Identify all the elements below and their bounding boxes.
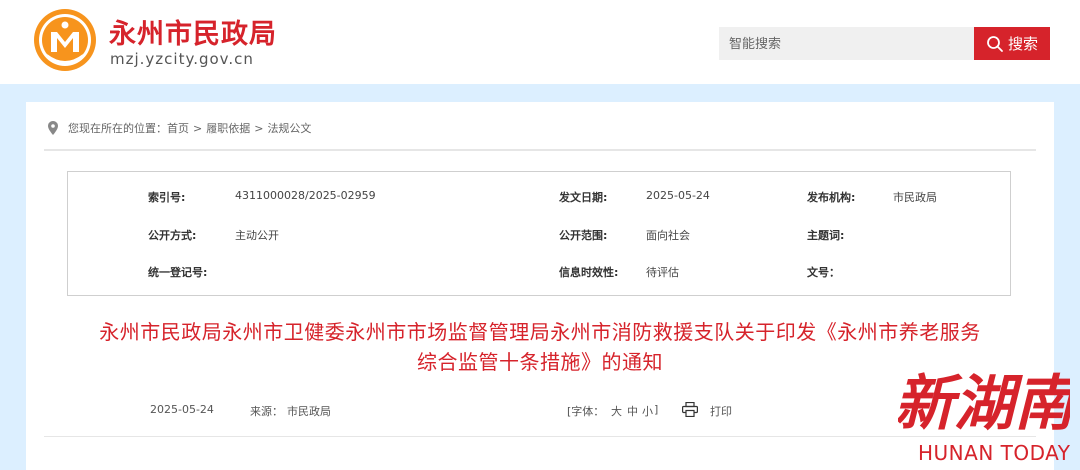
breadcrumb-prefix: 您现在所在的位置： [68,122,167,135]
breadcrumb-item-home[interactable]: 首页 [167,120,189,136]
disclosure-label: 公开方式: [148,229,197,242]
breadcrumb-item-duties[interactable]: 履职依据 [206,120,250,136]
topic-label: 主题词: [807,229,845,242]
index-no-label: 索引号: [148,191,186,204]
print-link[interactable]: 打印 [710,403,732,419]
site-domain: mzj.yzcity.gov.cn [110,50,254,68]
index-no-value: 4311000028/2025-02959 [235,189,376,202]
validity-value: 待评估 [646,266,679,279]
breadcrumb-divider [44,149,1036,151]
watermark-art-text: 新湖南 [898,369,1070,439]
breadcrumb-separator: > [254,121,264,135]
breadcrumb-separator: > [193,121,203,135]
reg-no-label: 统一登记号: [148,266,208,279]
validity-label: 信息时效性: [559,266,619,279]
source-value: 市民政局 [287,405,331,418]
article-divider [44,436,1036,437]
font-size-large-link[interactable]: 大 [611,403,622,419]
article-date: 2025-05-24 [150,403,214,416]
watermark-text: HUNAN TODAY [918,441,1071,465]
font-size-label: [字体： [567,405,605,418]
issue-date-label: 发文日期: [559,191,608,204]
hunan-today-calligraphy-logo: 新湖南 [898,369,1070,439]
search-input[interactable] [719,27,974,60]
font-size-small-link[interactable]: 小 [642,403,653,419]
doc-no-label: 文号： [807,266,840,279]
document-meta-table [67,171,1011,296]
issue-date-value: 2025-05-24 [646,189,710,202]
source-label: 来源： [250,405,283,418]
site-header: 永州市民政局 mzj.yzcity.gov.cn 搜索 [0,0,1080,84]
search-icon [987,35,1003,52]
location-pin-icon [48,121,58,135]
article-title-line-1: 永州市民政局永州市卫健委永州市市场监督管理局永州市消防救援支队关于印发《永州市养… [99,320,981,344]
search-button-label: 搜索 [1007,35,1038,53]
font-size-close: ] [654,403,659,416]
civil-affairs-logo-icon[interactable] [33,8,97,72]
breadcrumb: 您现在所在的位置： 首页 > 履职依据 > 法规公文 [48,118,311,138]
publisher-label: 发布机构: [807,191,856,204]
search-button[interactable]: 搜索 [974,27,1050,60]
scope-label: 公开范围: [559,229,608,242]
publisher-value: 市民政局 [893,191,937,204]
site-name[interactable]: 永州市民政局 [109,12,277,51]
font-size-medium-link[interactable]: 中 [627,403,638,419]
scope-value: 面向社会 [646,229,690,242]
printer-icon[interactable] [682,402,698,417]
disclosure-value: 主动公开 [235,229,279,242]
breadcrumb-item-regulations[interactable]: 法规公文 [267,120,311,136]
